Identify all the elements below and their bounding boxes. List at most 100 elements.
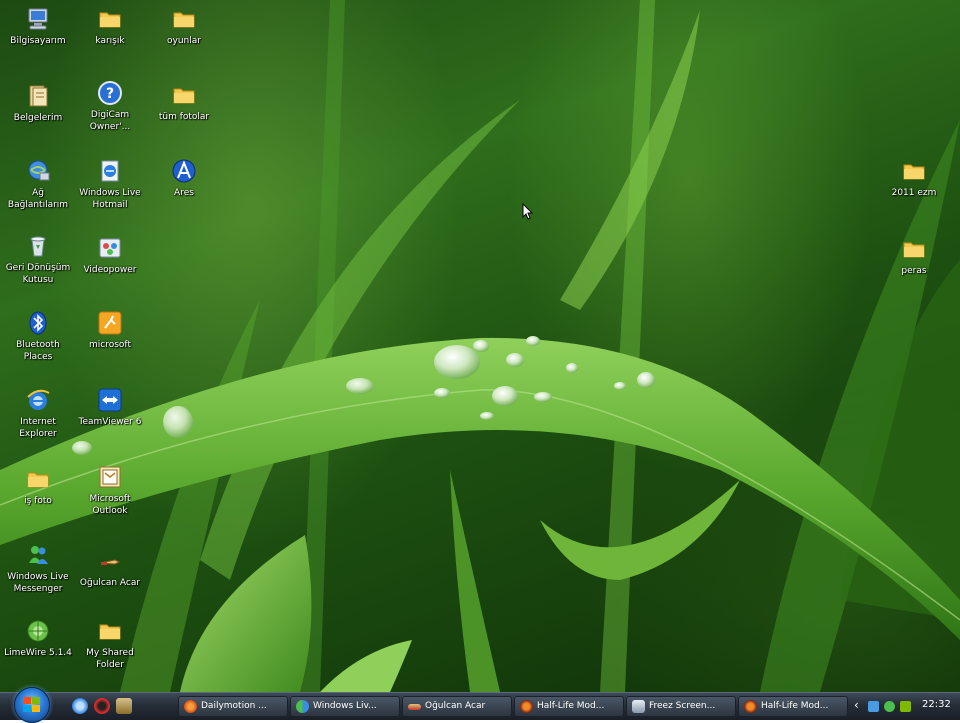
- desktop-icon-teamviewer[interactable]: TeamViewer 6: [72, 387, 148, 428]
- icon-label: iş foto: [24, 496, 52, 506]
- network-icon: [28, 160, 50, 181]
- help-icon: ?: [98, 81, 122, 105]
- taskbar-item-label: Freez Screen...: [649, 701, 716, 711]
- icon-label: Bilgisayarım: [10, 36, 66, 46]
- internet-explorer-icon: [27, 389, 50, 410]
- taskbar: Dailymotion ... Windows Liv... Oğulcan A…: [0, 687, 960, 723]
- taskbar-item-half-life-1[interactable]: Half-Life Mod...: [514, 696, 624, 717]
- documents-icon: [29, 85, 48, 107]
- security-tray-icon[interactable]: [900, 701, 911, 712]
- icon-label: Microsoft Outlook: [89, 494, 131, 516]
- desktop-icon-tum-fotolar[interactable]: tüm fotolar: [146, 82, 222, 123]
- ares-icon: [172, 159, 196, 183]
- clock[interactable]: 22:32: [922, 699, 951, 710]
- taskbar-item-label: Half-Life Mod...: [761, 701, 829, 711]
- limewire-icon: [27, 620, 49, 642]
- windows-logo-icon: [23, 697, 40, 712]
- messenger-icon: [29, 546, 48, 564]
- desktop-icon-digicam-owner[interactable]: ? DigiCam Owner'...: [72, 80, 148, 133]
- desktop-icon-microsoft[interactable]: microsoft: [72, 310, 148, 351]
- desktop-icon-microsoft-outlook[interactable]: Microsoft Outlook: [72, 464, 148, 517]
- hotmail-icon: [101, 160, 119, 182]
- taskbar-item-half-life-2[interactable]: Half-Life Mod...: [738, 696, 848, 717]
- quicklaunch-opera-icon[interactable]: [94, 698, 110, 714]
- taskbar-item-freez-screen[interactable]: Freez Screen...: [626, 696, 736, 717]
- folder-icon: [99, 624, 121, 640]
- microsoft-icon: [98, 311, 122, 335]
- bluetooth-icon: [29, 311, 47, 335]
- teamviewer-icon: [98, 388, 122, 412]
- taskbar-item-windows-live[interactable]: Windows Liv...: [290, 696, 400, 717]
- taskbar-item-ogulcan-acar[interactable]: Oğulcan Acar: [402, 696, 512, 717]
- folder-icon: [903, 164, 925, 180]
- desktop-icon-geri-donusum-kutusu[interactable]: Geri Dönüşüm Kutusu: [0, 233, 76, 286]
- folder-icon: [27, 472, 49, 488]
- desktop-icon-my-shared-folder[interactable]: My Shared Folder: [72, 618, 148, 671]
- shortcut-icon: [100, 559, 121, 565]
- recycle-bin-icon: [30, 236, 46, 257]
- icon-label: Windows Live Messenger: [7, 572, 69, 594]
- desktop[interactable]: Bilgisayarım Belgelerim Ağ Bağlantılarım…: [0, 0, 960, 692]
- icon-label: TeamViewer 6: [78, 417, 142, 427]
- computer-icon: [28, 8, 48, 30]
- icon-label: My Shared Folder: [86, 648, 134, 670]
- icon-label: Oğulcan Acar: [79, 578, 141, 588]
- icon-label: 2011 ezm: [891, 188, 937, 198]
- quicklaunch-tool-icon[interactable]: [116, 698, 132, 714]
- desktop-icon-windows-live-messenger[interactable]: Windows Live Messenger: [0, 542, 76, 595]
- icon-label: LimeWire 5.1.4: [4, 648, 72, 658]
- video-icon: [632, 700, 645, 713]
- network-tray-icon[interactable]: [868, 701, 879, 712]
- system-tray: ‹ 22:32: [848, 695, 960, 718]
- folder-icon: [99, 12, 121, 28]
- icon-label: DigiCam Owner'...: [89, 110, 131, 132]
- taskbar-item-label: Dailymotion ...: [201, 701, 267, 711]
- desktop-icon-karisik[interactable]: karışık: [72, 6, 148, 47]
- icon-label: oyunlar: [167, 36, 201, 46]
- icon-label: tüm fotolar: [158, 112, 210, 122]
- desktop-icon-peras[interactable]: peras: [876, 236, 952, 277]
- taskbar-item-label: Windows Liv...: [313, 701, 377, 711]
- desktop-icon-limewire[interactable]: LimeWire 5.1.4: [0, 618, 76, 659]
- tray-expand-button[interactable]: ‹: [854, 698, 859, 712]
- icon-label: Videopower: [83, 265, 137, 275]
- folder-icon: [903, 242, 925, 258]
- desktop-icon-belgelerim[interactable]: Belgelerim: [0, 83, 76, 124]
- desktop-icon-oyunlar[interactable]: oyunlar: [146, 6, 222, 47]
- desktop-icon-windows-live-hotmail[interactable]: Windows Live Hotmail: [72, 158, 148, 211]
- folder-icon: [173, 12, 195, 28]
- halflife-icon: [744, 700, 757, 713]
- desktop-icon-ag-baglantilarim[interactable]: Ağ Bağlantılarım: [0, 158, 76, 211]
- outlook-icon: [99, 466, 121, 488]
- desktop-icon-is-foto[interactable]: iş foto: [0, 466, 76, 507]
- icon-label: Bluetooth Places: [16, 340, 60, 362]
- icon-label: karışık: [95, 36, 125, 46]
- taskbar-item-label: Half-Life Mod...: [537, 701, 605, 711]
- start-button[interactable]: [14, 687, 50, 723]
- shortcut-icon: [408, 704, 421, 710]
- videopower-icon: [99, 238, 121, 258]
- quicklaunch-ie-icon[interactable]: [72, 698, 88, 714]
- icon-label: Ağ Bağlantılarım: [7, 188, 69, 210]
- halflife-icon: [520, 700, 533, 713]
- desktop-icon-internet-explorer[interactable]: Internet Explorer: [0, 387, 76, 440]
- desktop-icon-2011-ezm[interactable]: 2011 ezm: [876, 158, 952, 199]
- taskbar-item-label: Oğulcan Acar: [425, 701, 486, 711]
- desktop-icon-ogulcan-acar[interactable]: Oğulcan Acar: [72, 548, 148, 589]
- icon-label: microsoft: [89, 340, 131, 350]
- icon-label: Geri Dönüşüm Kutusu: [5, 263, 71, 285]
- icon-label: Internet Explorer: [19, 417, 57, 439]
- desktop-icon-videopower[interactable]: Videopower: [72, 235, 148, 276]
- messenger-icon: [296, 700, 309, 713]
- firefox-icon: [184, 700, 197, 713]
- desktop-icon-ares[interactable]: Ares: [146, 158, 222, 199]
- icon-label: Ares: [174, 188, 194, 198]
- mouse-cursor-icon: [522, 203, 534, 220]
- messenger-tray-icon[interactable]: [884, 701, 895, 712]
- icon-label: peras: [901, 266, 927, 276]
- taskbar-item-dailymotion[interactable]: Dailymotion ...: [178, 696, 288, 717]
- desktop-icon-bluetooth-places[interactable]: Bluetooth Places: [0, 310, 76, 363]
- icon-label: Belgelerim: [13, 113, 63, 123]
- folder-icon: [173, 88, 195, 104]
- desktop-icon-bilgisayarim[interactable]: Bilgisayarım: [0, 6, 76, 47]
